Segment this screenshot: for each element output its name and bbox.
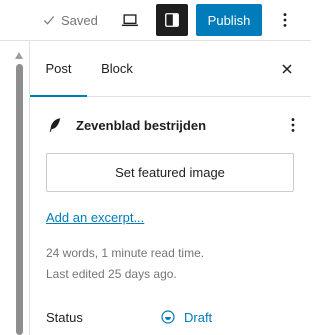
options-menu-button[interactable]: [270, 4, 300, 36]
sidebar-tabs: Post Block: [30, 41, 311, 97]
settings-toggle-button[interactable]: [156, 4, 188, 36]
tab-block-label: Block: [101, 61, 133, 76]
editor-header: Saved Publish: [0, 0, 311, 40]
word-count-text: 24 words, 1 minute read time.: [46, 246, 205, 260]
post-title: Zevenblad bestrijden: [76, 117, 207, 133]
post-summary-header: Zevenblad bestrijden: [46, 113, 301, 137]
check-icon: [43, 16, 55, 25]
saved-indicator: Saved: [42, 11, 98, 29]
editor-scrollbar[interactable]: [15, 52, 24, 335]
close-sidebar-button[interactable]: [275, 57, 299, 81]
more-vertical-icon: [291, 118, 295, 132]
sidebar-toggle-icon: [165, 13, 179, 27]
preview-button[interactable]: [114, 4, 146, 36]
tab-post[interactable]: Post: [30, 41, 87, 97]
scroll-up-arrow-icon[interactable]: [15, 52, 23, 59]
set-featured-image-button[interactable]: Set featured image: [46, 153, 294, 192]
more-vertical-icon: [283, 13, 287, 27]
last-edited-text: Last edited 25 days ago.: [46, 267, 177, 281]
scrollbar-thumb[interactable]: [16, 64, 23, 335]
saved-label: Saved: [61, 12, 98, 28]
post-actions-button[interactable]: [285, 113, 301, 137]
tab-post-label: Post: [45, 61, 72, 76]
settings-sidebar: Post Block Zevenblad bestrijden Set feat…: [29, 41, 311, 335]
publish-button[interactable]: Publish: [196, 4, 262, 36]
publish-label: Publish: [207, 12, 251, 28]
laptop-icon: [122, 14, 138, 27]
close-icon: [282, 64, 292, 74]
tab-block[interactable]: Block: [92, 41, 142, 96]
feather-icon: [49, 118, 61, 132]
draft-circle-icon: [161, 310, 175, 324]
add-excerpt-link[interactable]: Add an excerpt...: [46, 210, 144, 225]
status-label: Status: [46, 310, 83, 325]
featured-image-label: Set featured image: [115, 165, 225, 180]
status-value-label: Draft: [184, 309, 213, 325]
status-draft-button[interactable]: Draft: [160, 307, 212, 327]
